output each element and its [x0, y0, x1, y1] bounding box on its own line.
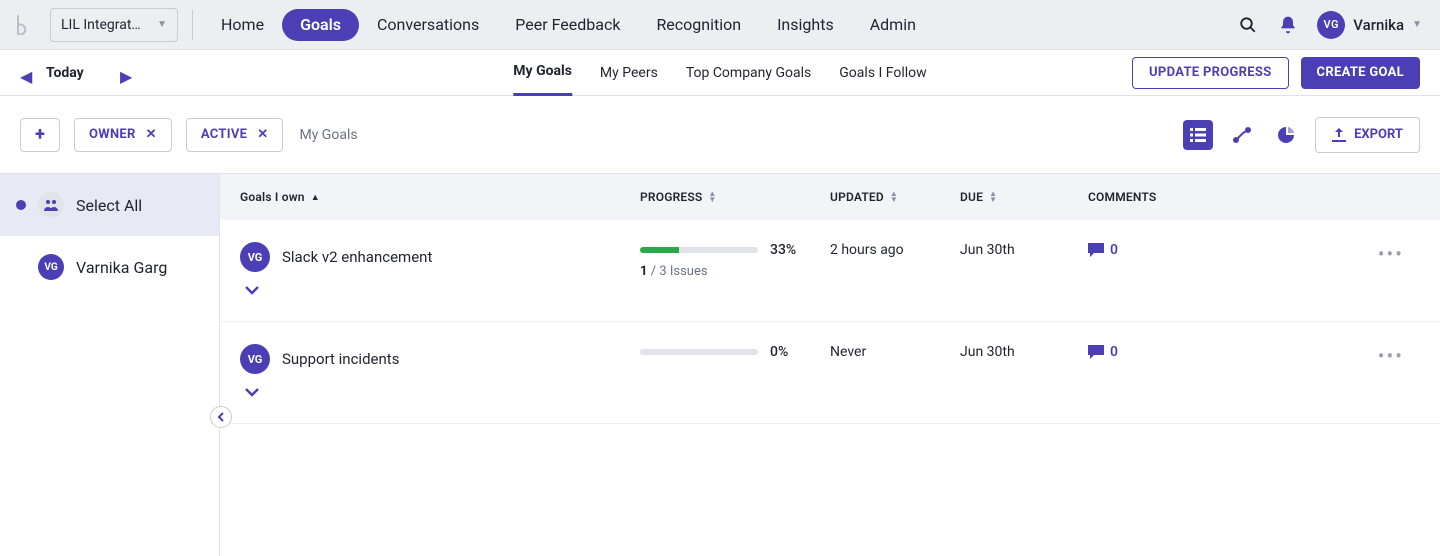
filter-bar: + OWNER ✕ ACTIVE ✕ My Goals EXPORT [0, 96, 1440, 174]
col-header-label: UPDATED [830, 190, 884, 204]
sort-icon: ▲▼ [708, 191, 716, 203]
goal-name: Slack v2 enhancement [282, 248, 432, 266]
tab-top-company-goals[interactable]: Top Company Goals [686, 50, 811, 96]
people-icon [38, 192, 64, 218]
nav-goals[interactable]: Goals [282, 9, 359, 41]
progress-percent: 33% [770, 242, 796, 258]
nav-conversations[interactable]: Conversations [359, 0, 497, 50]
col-header-due[interactable]: DUE ▲▼ [960, 190, 1088, 204]
nav-recognition[interactable]: Recognition [638, 0, 759, 50]
filter-chip-label: OWNER [89, 127, 136, 142]
col-header-label: DUE [960, 190, 983, 204]
nav-peer-feedback[interactable]: Peer Feedback [497, 0, 638, 50]
tree-view-icon[interactable] [1227, 120, 1257, 150]
updated-cell: 2 hours ago [830, 242, 960, 258]
sort-icon: ▲▼ [890, 191, 898, 203]
sidebar-item-label: Select All [76, 196, 142, 215]
bell-icon[interactable] [1277, 14, 1299, 36]
filter-chip-owner[interactable]: OWNER ✕ [74, 118, 172, 152]
update-progress-button[interactable]: UPDATE PROGRESS [1132, 57, 1289, 89]
close-icon[interactable]: ✕ [146, 127, 157, 142]
table-row[interactable]: VG Support incidents 0% Never Jun 30th [220, 322, 1440, 424]
avatar: VG [240, 242, 270, 272]
export-button[interactable]: EXPORT [1315, 117, 1420, 153]
avatar: VG [1317, 11, 1345, 39]
nav-admin[interactable]: Admin [852, 0, 934, 50]
primary-nav: Home Goals Conversations Peer Feedback R… [203, 0, 934, 50]
goals-table: Goals I own ▲ PROGRESS ▲▼ UPDATED ▲▼ DUE… [220, 174, 1440, 556]
export-label: EXPORT [1354, 127, 1403, 142]
next-period-button[interactable]: ▶ [120, 67, 132, 79]
team-selector-label: LIL Integrat… [61, 17, 141, 33]
comment-icon [1088, 345, 1104, 359]
comments-button[interactable]: 0 [1088, 344, 1248, 360]
view-toggle [1183, 120, 1301, 150]
nav-insights[interactable]: Insights [759, 0, 852, 50]
collapse-sidebar-button[interactable] [210, 406, 232, 428]
avatar: VG [38, 254, 64, 280]
chevron-down-icon: ▼ [1412, 19, 1422, 30]
row-menu-button[interactable]: ••• [1378, 242, 1420, 266]
search-icon[interactable] [1237, 14, 1259, 36]
col-header-comments: COMMENTS [1088, 190, 1248, 204]
list-view-icon[interactable] [1183, 120, 1213, 150]
add-filter-button[interactable]: + [20, 118, 60, 152]
col-header-title[interactable]: Goals I own ▲ [240, 190, 640, 204]
comments-count: 0 [1110, 344, 1118, 360]
col-header-updated[interactable]: UPDATED ▲▼ [830, 190, 960, 204]
top-nav: LIL Integrat… ▼ Home Goals Conversations… [0, 0, 1440, 50]
brand-logo [12, 13, 36, 37]
col-header-label: PROGRESS [640, 190, 702, 204]
prev-period-button[interactable]: ◀ [20, 67, 32, 79]
due-cell: Jun 30th [960, 242, 1088, 258]
col-header-label: COMMENTS [1088, 190, 1156, 204]
comment-icon [1088, 243, 1104, 257]
sidebar-item-label: Varnika Garg [76, 258, 167, 277]
upload-icon [1332, 128, 1346, 142]
divider [192, 10, 193, 40]
main-area: Select All VG Varnika Garg Goals I own ▲… [0, 174, 1440, 556]
sort-icon: ▲▼ [989, 191, 997, 203]
progress-percent: 0% [770, 344, 788, 360]
goals-subtabs: My Goals My Peers Top Company Goals Goal… [513, 50, 926, 96]
filter-chip-label: ACTIVE [201, 127, 247, 142]
create-goal-button[interactable]: CREATE GOAL [1301, 57, 1420, 89]
goal-name: Support incidents [282, 350, 399, 368]
owner-sidebar: Select All VG Varnika Garg [0, 174, 220, 556]
issues-count: 1 / 3 Issues [640, 264, 830, 279]
table-row[interactable]: VG Slack v2 enhancement 33% 1 / 3 Issues [220, 220, 1440, 322]
current-period-label: Today [46, 65, 106, 81]
avatar: VG [240, 344, 270, 374]
chevron-down-icon: ▼ [157, 19, 167, 30]
close-icon[interactable]: ✕ [257, 127, 268, 142]
sort-asc-icon: ▲ [311, 192, 320, 203]
comments-button[interactable]: 0 [1088, 242, 1248, 258]
col-header-label: Goals I own [240, 190, 305, 204]
chart-view-icon[interactable] [1271, 120, 1301, 150]
team-selector[interactable]: LIL Integrat… ▼ [50, 8, 178, 42]
breadcrumb: My Goals [299, 127, 357, 143]
tab-goals-i-follow[interactable]: Goals I Follow [839, 50, 926, 96]
sidebar-item-select-all[interactable]: Select All [0, 174, 219, 236]
sub-nav: ◀ Today ▶ My Goals My Peers Top Company … [0, 50, 1440, 96]
progress-bar [640, 349, 758, 355]
col-header-progress[interactable]: PROGRESS ▲▼ [640, 190, 830, 204]
updated-cell: Never [830, 344, 960, 360]
sidebar-item-user[interactable]: VG Varnika Garg [0, 236, 219, 298]
radio-icon [16, 200, 26, 210]
filter-chip-active[interactable]: ACTIVE ✕ [186, 118, 284, 152]
tab-my-peers[interactable]: My Peers [600, 50, 658, 96]
user-name: Varnika [1353, 16, 1404, 34]
table-header: Goals I own ▲ PROGRESS ▲▼ UPDATED ▲▼ DUE… [220, 174, 1440, 220]
progress-bar [640, 247, 758, 253]
chevron-down-icon[interactable] [244, 382, 399, 401]
comments-count: 0 [1110, 242, 1118, 258]
user-menu[interactable]: VG Varnika ▼ [1317, 11, 1422, 39]
tab-my-goals[interactable]: My Goals [513, 50, 572, 96]
nav-home[interactable]: Home [203, 0, 282, 50]
row-menu-button[interactable]: ••• [1378, 344, 1420, 368]
chevron-down-icon[interactable] [244, 280, 432, 299]
due-cell: Jun 30th [960, 344, 1088, 360]
